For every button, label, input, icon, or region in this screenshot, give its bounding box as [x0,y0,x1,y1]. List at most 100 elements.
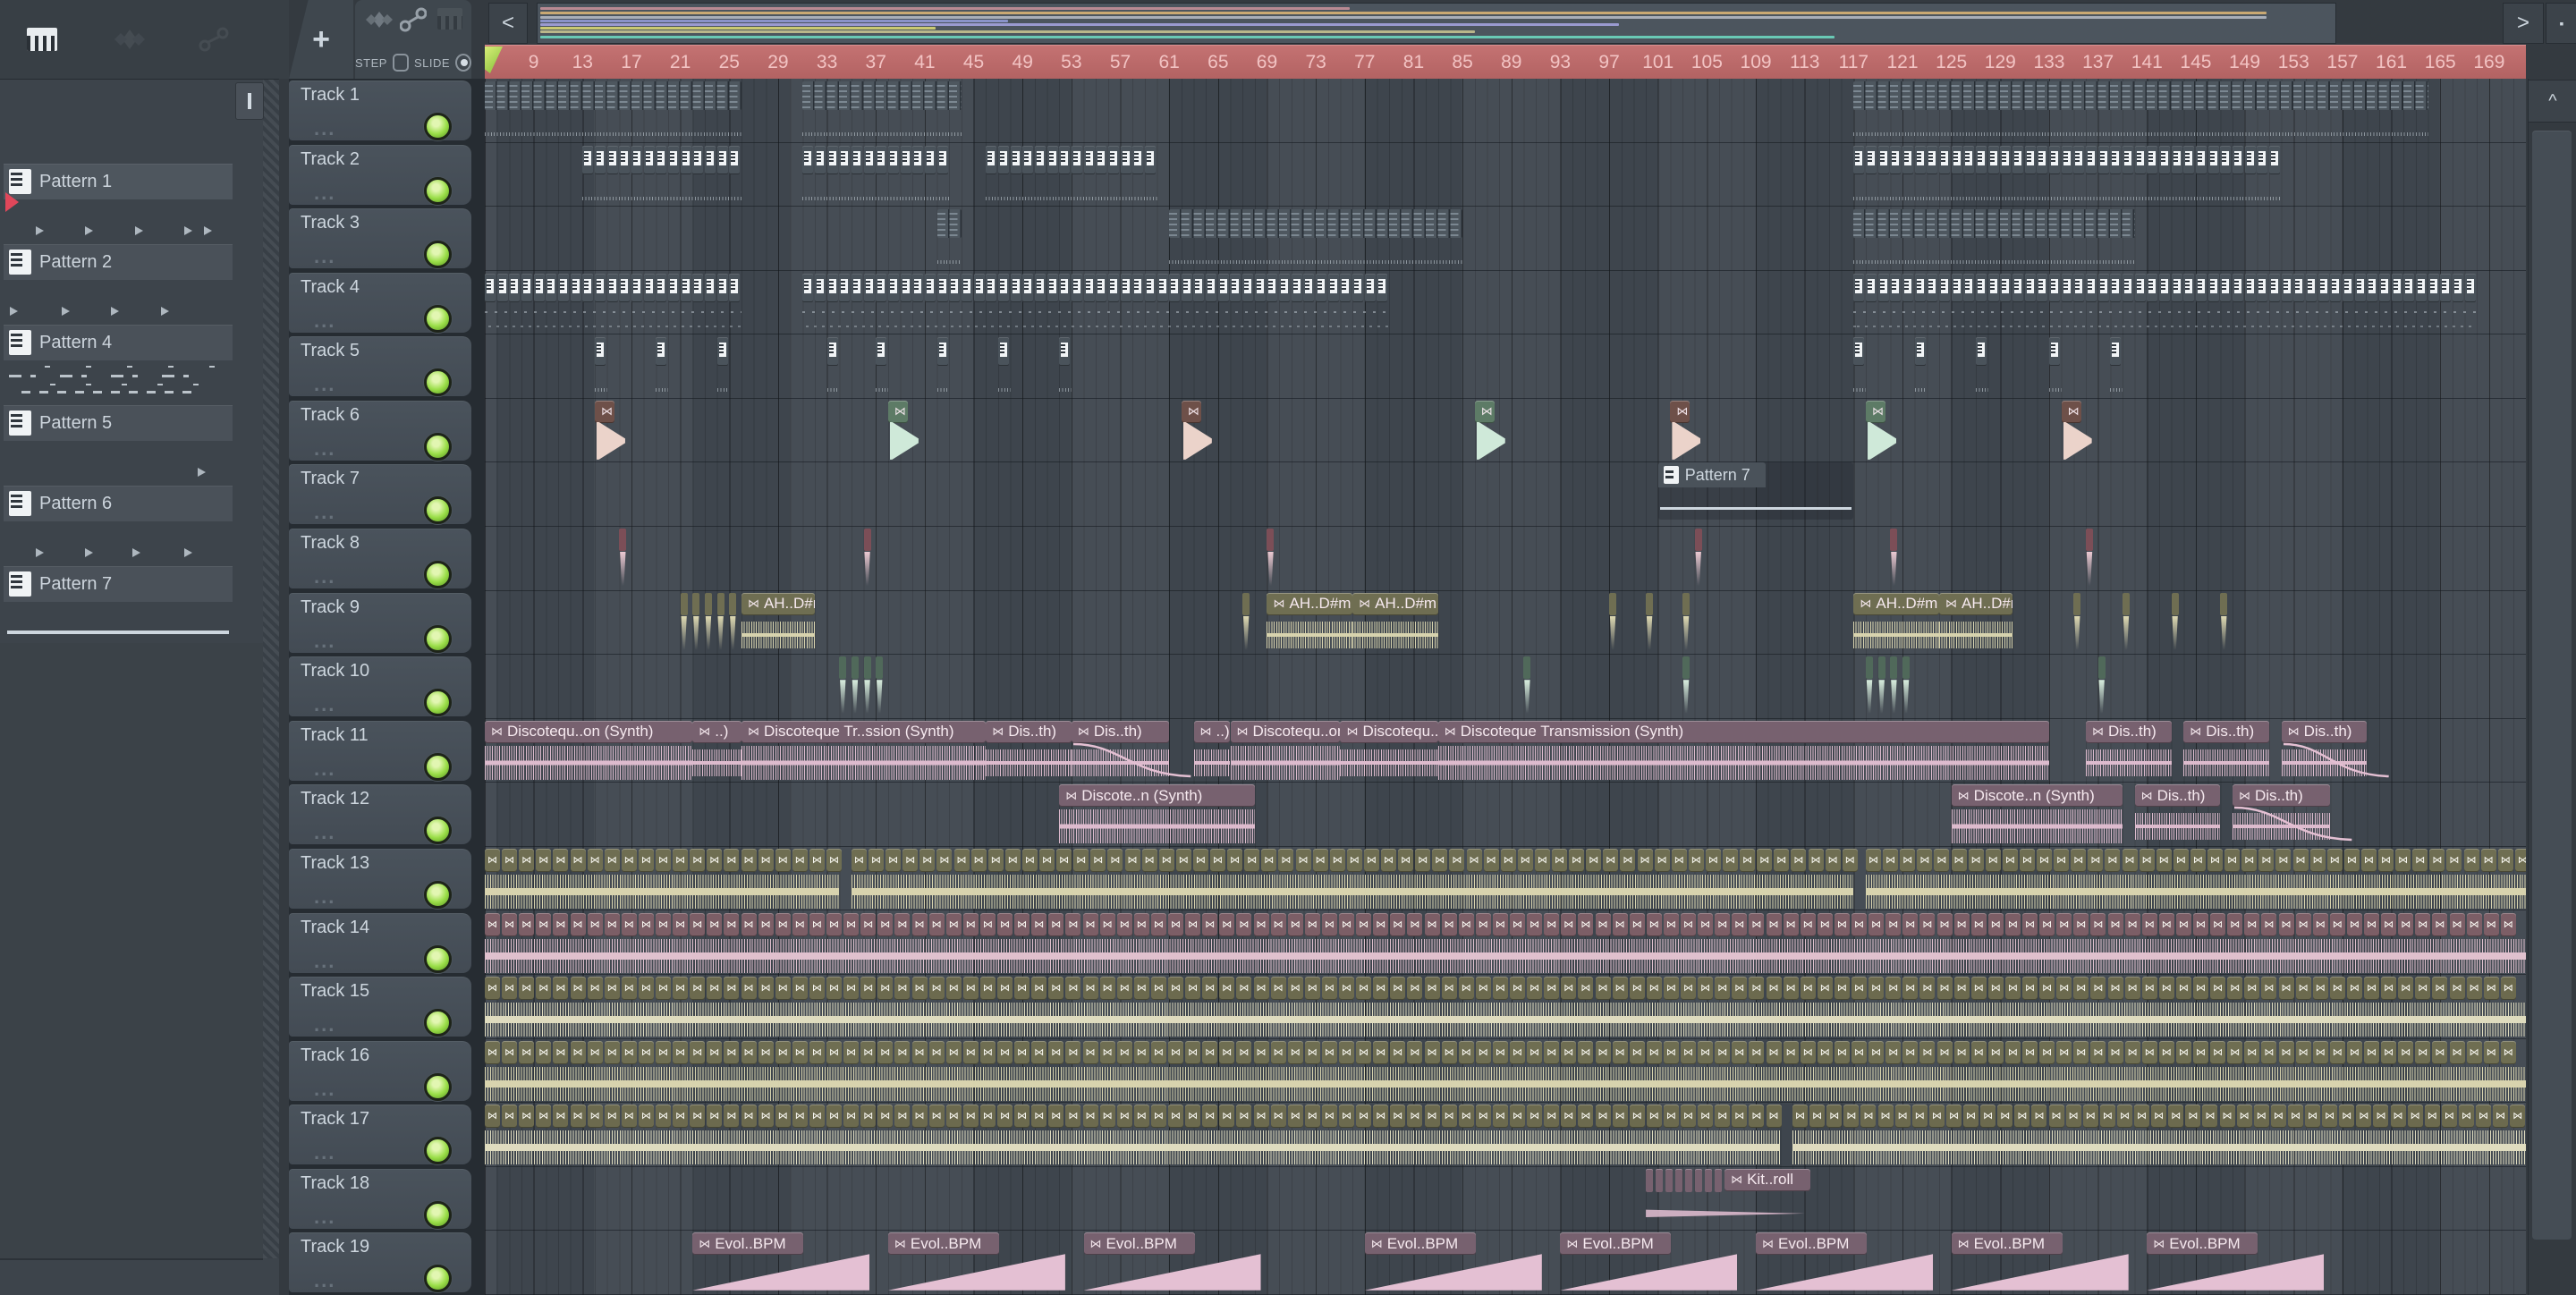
audio-block[interactable]: ⋈ [962,1040,979,1064]
audio-clip[interactable]: ⋈Discotequ..on (Synth) [485,719,693,783]
pattern-clip-block[interactable] [1866,273,1877,302]
audio-block[interactable]: ⋈ [894,977,911,1001]
clip-header[interactable]: ⋈ Dis..th) [986,720,1072,743]
track-header[interactable]: Track 13... [289,848,471,909]
audio-clip[interactable]: ⋈ Dis..th) [2134,783,2221,846]
audio-block[interactable]: ⋈ [1424,977,1440,1001]
audio-block[interactable]: ⋈ [1202,912,1218,936]
clip-header[interactable]: ⋈ Evol..BPM [1083,1232,1195,1256]
audio-block[interactable]: ⋈ [1843,1105,1860,1129]
audio-block[interactable]: ⋈ [2429,848,2445,872]
audio-block[interactable]: ⋈ [2312,912,2328,936]
audio-block[interactable]: ⋈ [1970,977,1987,1001]
clip-header[interactable]: ⋈ Discote..n (Synth) [1951,784,2123,808]
audio-block[interactable]: ⋈ [536,848,552,872]
audio-block[interactable]: ⋈ [945,1040,962,1064]
clip-header[interactable]: ⋈ [594,400,614,423]
thin-audio-clip[interactable] [716,591,726,655]
pattern-clip-block[interactable] [2048,145,2060,174]
pattern-clip-block[interactable] [1327,273,1339,302]
pattern-clip-block[interactable] [2110,337,2122,367]
track-mute-led[interactable] [424,113,452,140]
audio-block[interactable]: ⋈ [1595,912,1611,936]
audio-clip-run[interactable]: ⋈ ⋈ ⋈ ⋈ ⋈ ⋈ ⋈ ⋈ ⋈ ⋈ ⋈ ⋈ ⋈ ⋈ ⋈ ⋈ ⋈ ⋈ ⋈ ⋈ ⋈ [485,847,842,910]
audio-block[interactable]: ⋈ [553,1105,569,1129]
clip-header[interactable]: ⋈ Dis..th) [2134,784,2221,808]
pattern-clip-block[interactable] [2195,273,2207,302]
pattern-clip-block[interactable] [876,273,887,302]
pattern-clip-run[interactable] [1169,209,1463,265]
audio-clip[interactable]: ⋈..) [1193,719,1231,783]
pattern-clip-block[interactable] [2195,145,2207,174]
ruler-bar-number[interactable]: 17 [612,52,651,73]
pattern-clip-block[interactable] [936,145,948,174]
audio-block[interactable]: ⋈ [1168,1040,1183,1064]
track-mute-led[interactable] [424,561,452,589]
audio-block[interactable]: ⋈ [2022,1040,2038,1064]
audio-block[interactable]: ⋈ [962,977,979,1001]
track-lane[interactable]: ⋈ Kit..roll [485,1167,2526,1232]
clip-header[interactable]: ⋈ [1670,400,1690,423]
audio-block[interactable]: ⋈ [1834,912,1850,936]
audio-block[interactable]: ⋈ [1356,1105,1372,1129]
audio-block[interactable]: ⋈ [1985,848,2001,872]
thin-audio-clip[interactable] [863,655,873,718]
audio-block[interactable]: ⋈ [2048,1105,2064,1129]
audio-block[interactable]: ⋈ [1715,1040,1731,1064]
pattern-clip-block[interactable] [2110,273,2122,302]
audio-block[interactable]: ⋈ [877,977,894,1001]
pattern-clip-run[interactable] [582,145,741,200]
audio-block[interactable]: ⋈ [1373,1040,1389,1064]
audio-block[interactable]: ⋈ [809,912,825,936]
audio-block[interactable]: ⋈ [1629,1105,1645,1129]
audio-block[interactable]: ⋈ [1715,977,1731,1001]
audio-clip[interactable]: ⋈ Discote..n (Synth) [1059,783,1255,846]
ruler-bar-number[interactable]: 93 [1540,52,1580,73]
audio-block[interactable]: ⋈ [1048,1105,1064,1129]
pattern-clip-block[interactable] [2073,273,2085,302]
ruler-bar-number[interactable]: 53 [1052,52,1091,73]
audio-block[interactable]: ⋈ [2398,912,2414,936]
pattern-clip-block[interactable] [1059,337,1071,367]
audio-block[interactable]: ⋈ [1048,977,1064,1001]
thin-audio-clip[interactable] [863,527,873,590]
audio-block[interactable]: ⋈ [1603,848,1619,872]
pattern-clip-block[interactable] [1034,145,1046,174]
audio-clip[interactable]: ⋈AH..D#m [1267,591,1353,655]
pattern-clip-block[interactable] [2244,145,2256,174]
audio-block[interactable]: ⋈ [1441,977,1457,1001]
audio-tab-icon[interactable] [366,9,393,30]
thin-audio-clip[interactable] [1523,655,1532,718]
audio-block[interactable]: ⋈ [1970,1040,1987,1064]
audio-block[interactable]: ⋈ [587,1040,603,1064]
pattern-clip-block[interactable] [2024,145,2036,174]
pattern-clip-block[interactable] [986,145,997,174]
audio-block[interactable]: ⋈ [1492,977,1508,1001]
audio-block[interactable]: ⋈ [2202,1105,2218,1129]
audio-block[interactable]: ⋈ [604,848,620,872]
audio-block[interactable]: ⋈ [928,912,945,936]
audio-block[interactable]: ⋈ [1757,848,1773,872]
audio-block[interactable]: ⋈ [1339,1105,1354,1129]
audio-block[interactable]: ⋈ [809,977,825,1001]
track-mute-led[interactable] [424,432,452,461]
audio-block[interactable]: ⋈ [1919,912,1936,936]
audio-block[interactable]: ⋈ [792,1040,808,1064]
audio-block[interactable]: ⋈ [2480,848,2496,872]
pattern-clip-run[interactable] [2110,337,2123,393]
audio-block[interactable]: ⋈ [1663,1105,1679,1129]
pattern-clip-block[interactable] [863,273,875,302]
automation-icon[interactable] [199,27,229,52]
track-options-dots[interactable]: ... [314,437,335,461]
track-options-dots[interactable]: ... [314,885,335,909]
pattern-clip-run[interactable] [1853,209,2135,265]
scroll-up-button[interactable]: ^ [2528,80,2576,123]
pattern-clip-block[interactable] [1279,273,1291,302]
pattern-clip-block[interactable] [802,273,814,302]
pattern-clip-block[interactable] [2354,273,2366,302]
audio-block[interactable]: ⋈ [1698,1040,1714,1064]
pattern-clip-block[interactable] [496,273,508,302]
audio-block[interactable]: ⋈ [1987,912,2004,936]
audio-block[interactable]: ⋈ [690,1105,706,1129]
audio-block[interactable]: ⋈ [570,848,586,872]
